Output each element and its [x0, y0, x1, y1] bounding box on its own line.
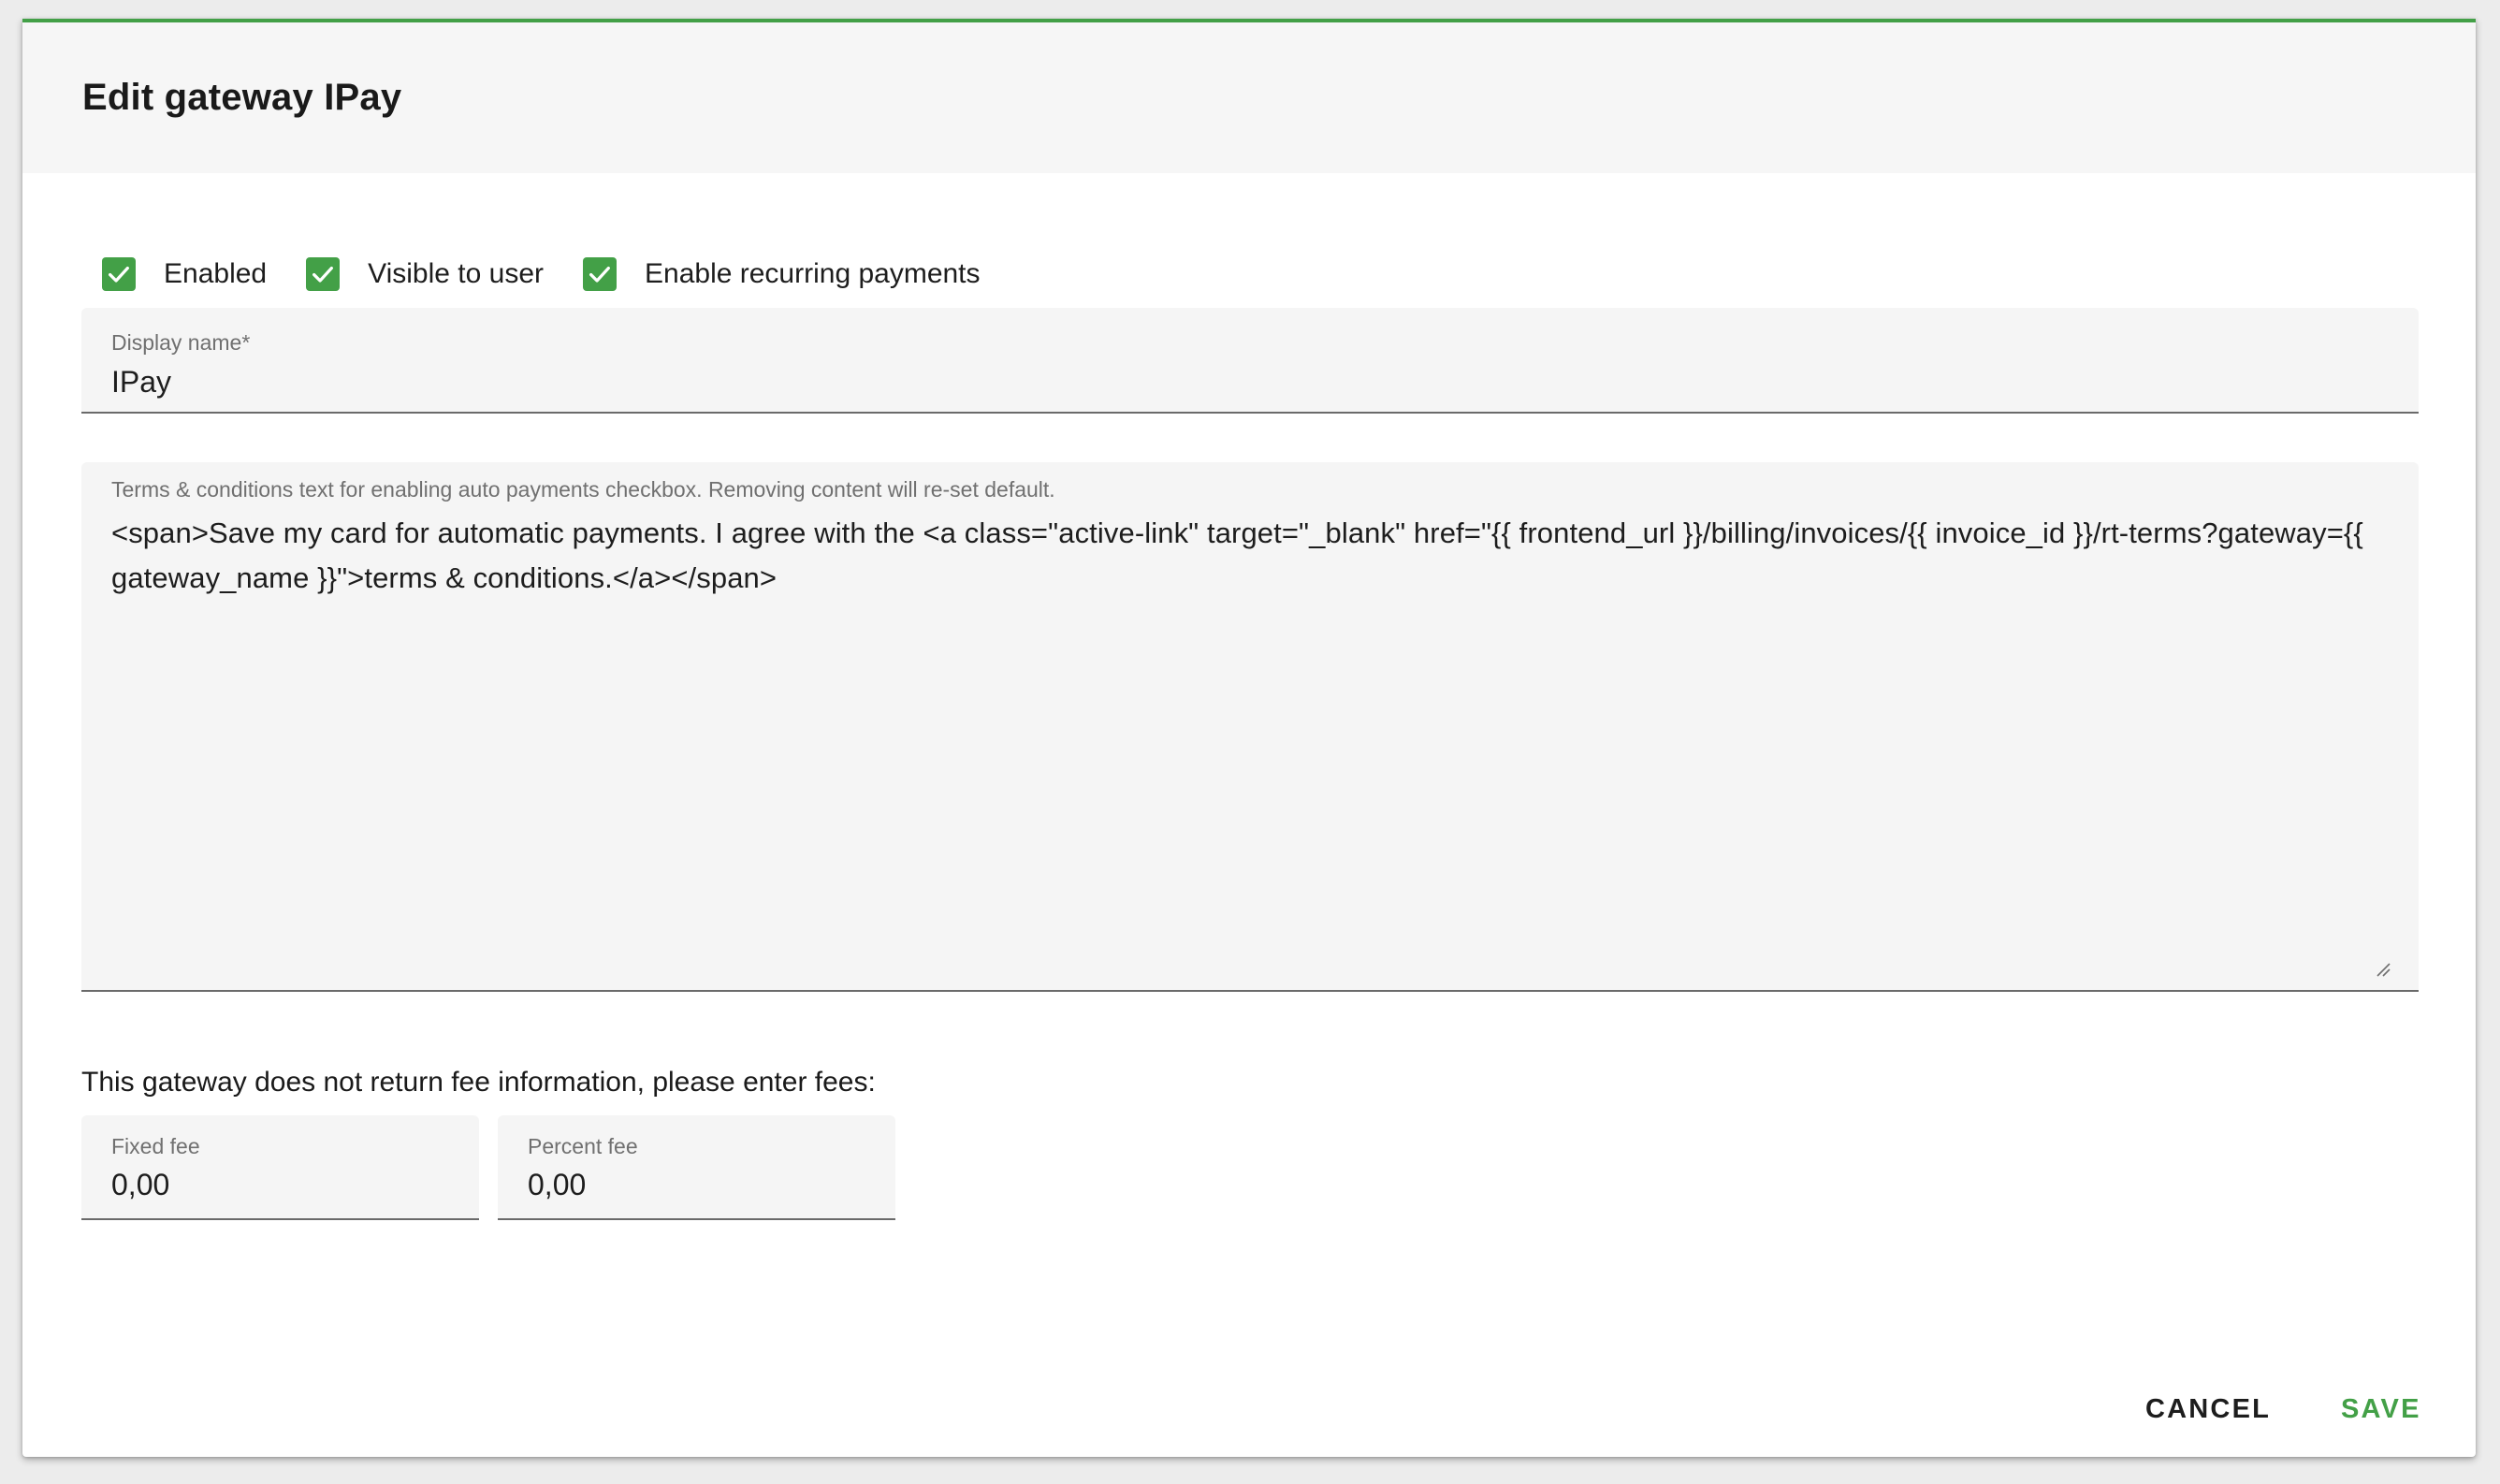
checkbox-row: Enabled Visible to user Enable recurring… [102, 255, 1020, 293]
fixed-fee-label: Fixed fee [111, 1134, 200, 1158]
checkbox-checked-icon[interactable] [306, 257, 341, 291]
checkbox-checked-icon[interactable] [583, 257, 617, 291]
enable-recurring-payments-checkbox[interactable]: Enable recurring payments [583, 257, 981, 291]
fee-info-heading: This gateway does not return fee informa… [81, 1067, 876, 1098]
visible-to-user-checkbox[interactable]: Visible to user [306, 257, 544, 291]
fixed-fee-field[interactable]: Fixed fee 0,00 [81, 1115, 479, 1220]
enabled-checkbox[interactable]: Enabled [102, 257, 267, 291]
fixed-fee-input[interactable]: 0,00 [111, 1168, 169, 1202]
edit-gateway-dialog: Edit gateway IPay Enabled Visible to use… [22, 19, 2476, 1457]
percent-fee-label: Percent fee [528, 1134, 638, 1158]
enable-recurring-payments-label: Enable recurring payments [645, 258, 981, 289]
display-name-field[interactable]: Display name* IPay [81, 308, 2419, 414]
cancel-button[interactable]: CANCEL [2145, 1394, 2271, 1425]
save-button[interactable]: SAVE [2341, 1394, 2421, 1425]
visible-to-user-label: Visible to user [368, 258, 544, 289]
terms-textarea-field[interactable]: Terms & conditions text for enabling aut… [81, 462, 2419, 992]
percent-fee-input[interactable]: 0,00 [528, 1168, 586, 1202]
resize-handle-icon[interactable] [2376, 962, 2391, 977]
display-name-label: Display name* [111, 330, 251, 355]
enabled-label: Enabled [164, 258, 268, 289]
display-name-input[interactable]: IPay [111, 365, 171, 400]
terms-textarea[interactable]: <span>Save my card for automatic payment… [111, 511, 2394, 601]
percent-fee-field[interactable]: Percent fee 0,00 [498, 1115, 895, 1220]
dialog-title: Edit gateway IPay [82, 77, 402, 118]
terms-label: Terms & conditions text for enabling aut… [111, 477, 1055, 502]
checkbox-checked-icon[interactable] [102, 257, 136, 291]
dialog-header: Edit gateway IPay [22, 22, 2476, 173]
